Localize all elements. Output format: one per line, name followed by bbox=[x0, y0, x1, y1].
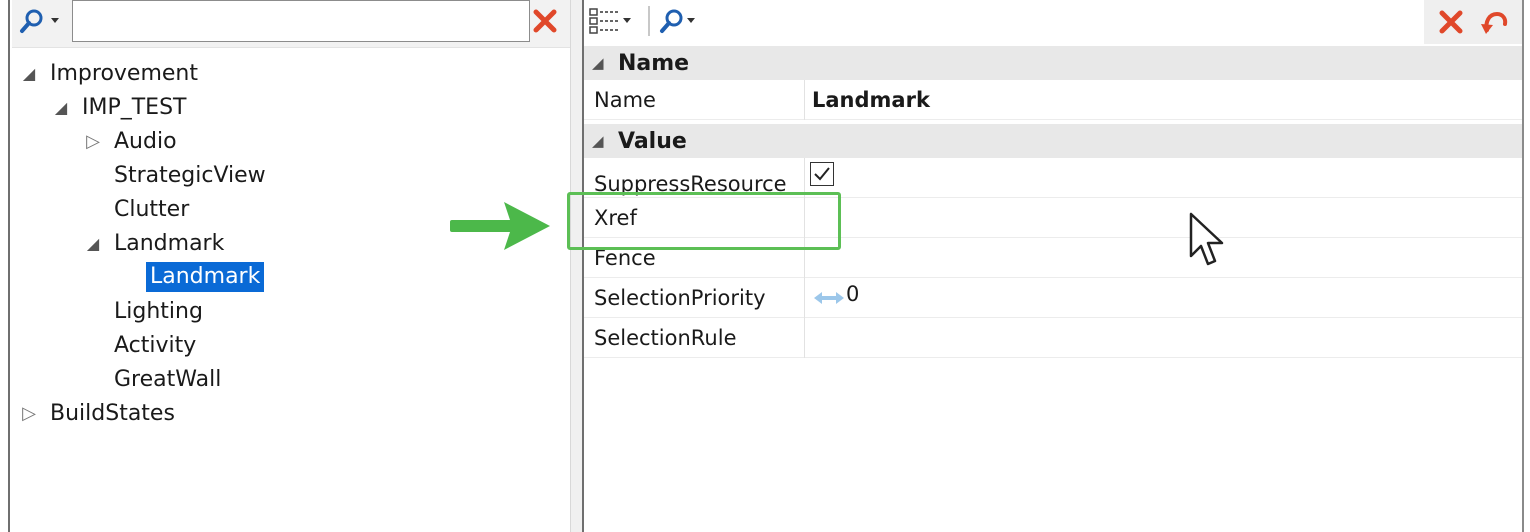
expanded-triangle-icon[interactable]: ◢ bbox=[82, 234, 104, 253]
delete-button[interactable] bbox=[1437, 8, 1465, 36]
property-value[interactable]: Landmark bbox=[812, 80, 1522, 120]
tree-item-imp-test[interactable]: ◢ IMP_TEST bbox=[50, 90, 187, 124]
view-mode-dropdown-button[interactable] bbox=[588, 2, 632, 40]
property-value[interactable]: 0 bbox=[812, 278, 1522, 318]
column-divider bbox=[804, 318, 805, 358]
tree-search-input[interactable] bbox=[72, 0, 530, 42]
tree-item-label: Improvement bbox=[50, 60, 198, 86]
property-toolbar bbox=[584, 0, 1522, 44]
suppress-resource-checkbox[interactable] bbox=[810, 162, 834, 186]
tree-item-label: BuildStates bbox=[50, 400, 175, 426]
panel-splitter[interactable] bbox=[570, 0, 584, 532]
chevron-down-icon bbox=[623, 18, 631, 23]
toolbar-separator bbox=[648, 6, 650, 36]
undo-button[interactable] bbox=[1479, 8, 1509, 36]
tree-item-label: IMP_TEST bbox=[82, 94, 187, 120]
tree-item-clutter[interactable]: Clutter bbox=[82, 192, 189, 226]
window-right-edge bbox=[1522, 0, 1530, 532]
property-row-selectionpriority[interactable]: SelectionPriority 0 bbox=[584, 278, 1522, 318]
tree-item-improvement[interactable]: ◢ Improvement bbox=[18, 56, 198, 90]
property-value[interactable] bbox=[810, 158, 1522, 198]
red-x-icon bbox=[1439, 10, 1463, 34]
clear-search-button[interactable] bbox=[526, 2, 564, 40]
property-value[interactable] bbox=[812, 238, 1522, 278]
property-search-dropdown-button[interactable] bbox=[658, 2, 696, 40]
property-actions bbox=[1424, 0, 1522, 44]
selection-priority-value: 0 bbox=[846, 282, 860, 306]
tree-item-label: Activity bbox=[114, 332, 197, 358]
tree-item-label: GreatWall bbox=[114, 366, 222, 392]
tree-item-lighting[interactable]: Lighting bbox=[82, 294, 203, 328]
xref-highlight-box bbox=[567, 192, 841, 250]
tree-toolbar bbox=[12, 0, 570, 48]
tree-item-audio[interactable]: ▷ Audio bbox=[82, 124, 177, 158]
property-value[interactable] bbox=[812, 198, 1522, 238]
tree-item-label: Audio bbox=[114, 128, 177, 154]
collapsed-triangle-icon[interactable]: ▷ bbox=[18, 403, 40, 424]
tree-item-activity[interactable]: Activity bbox=[82, 328, 196, 362]
property-list-view-icon bbox=[589, 8, 618, 34]
property-grid-panel: ◢ Name Name Landmark ◢ Value SuppressRes… bbox=[584, 0, 1522, 532]
property-name: SelectionPriority bbox=[594, 286, 766, 310]
search-icon bbox=[660, 9, 683, 33]
tree-item-label: Clutter bbox=[114, 196, 190, 222]
property-row-name[interactable]: Name Landmark bbox=[584, 80, 1522, 120]
tree-panel: ◢ Improvement ◢ IMP_TEST ▷ Audio Strateg… bbox=[12, 0, 570, 532]
undo-icon bbox=[1480, 11, 1507, 34]
expanded-triangle-icon[interactable]: ◢ bbox=[592, 54, 614, 72]
search-icon bbox=[20, 9, 43, 33]
chevron-down-icon bbox=[687, 18, 695, 23]
chevron-down-icon bbox=[51, 18, 59, 23]
property-value[interactable] bbox=[812, 318, 1522, 358]
checkmark-icon bbox=[814, 167, 830, 181]
tree-item-landmark-group[interactable]: ◢ Landmark bbox=[82, 226, 225, 260]
window-left-edge bbox=[0, 0, 10, 532]
tree-item-label: Landmark bbox=[146, 262, 265, 292]
tree-item-landmark-selected[interactable]: Landmark bbox=[114, 260, 265, 294]
column-divider bbox=[804, 278, 805, 318]
red-x-icon bbox=[533, 9, 557, 33]
tree-item-greatwall[interactable]: GreatWall bbox=[82, 362, 221, 396]
double-arrow-icon[interactable] bbox=[812, 288, 846, 308]
category-label: Name bbox=[618, 50, 690, 76]
mouse-cursor-icon bbox=[1189, 212, 1224, 266]
expanded-triangle-icon[interactable]: ◢ bbox=[50, 98, 72, 117]
tree-item-label: StrategicView bbox=[114, 162, 266, 188]
tree-item-strategicview[interactable]: StrategicView bbox=[82, 158, 266, 192]
tree-item-label: Landmark bbox=[114, 230, 225, 256]
property-name: SelectionRule bbox=[594, 326, 737, 350]
tree-item-label: Lighting bbox=[114, 298, 203, 324]
category-header-name[interactable]: ◢ Name bbox=[584, 46, 1522, 80]
column-divider bbox=[804, 80, 805, 120]
collapsed-triangle-icon[interactable]: ▷ bbox=[82, 131, 104, 152]
property-row-selectionrule[interactable]: SelectionRule bbox=[584, 318, 1522, 358]
property-name: Name bbox=[594, 88, 656, 112]
search-dropdown-button[interactable] bbox=[16, 2, 72, 40]
green-arrow-icon bbox=[450, 202, 550, 250]
tree-item-buildstates[interactable]: ▷ BuildStates bbox=[18, 396, 175, 430]
expanded-triangle-icon[interactable]: ◢ bbox=[592, 132, 614, 150]
category-label: Value bbox=[618, 128, 687, 154]
expanded-triangle-icon[interactable]: ◢ bbox=[18, 64, 40, 83]
category-header-value[interactable]: ◢ Value bbox=[584, 124, 1522, 158]
